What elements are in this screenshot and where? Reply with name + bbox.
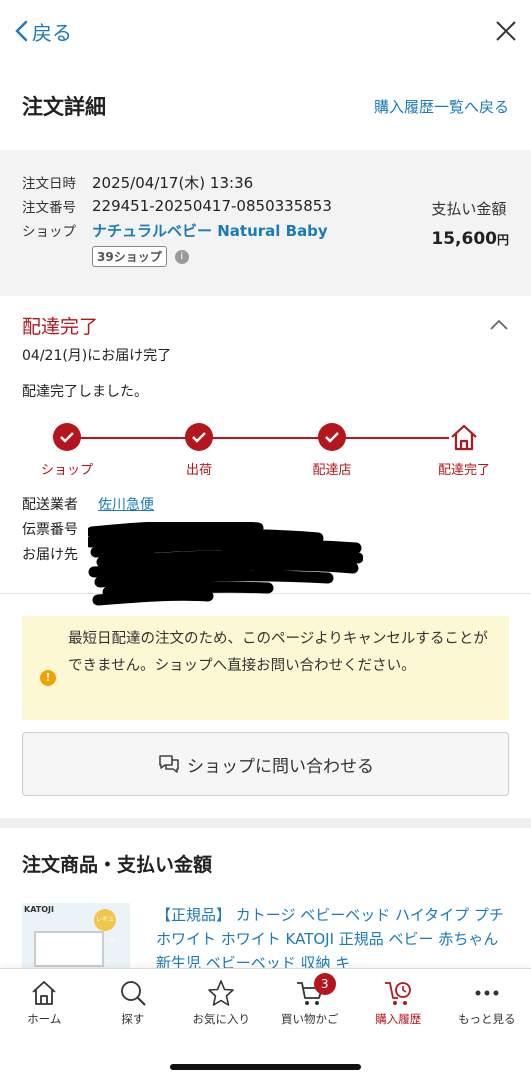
step-label: ショップ <box>40 463 93 478</box>
payment-unit: 円 <box>496 233 509 247</box>
tab-label: 購入履歴 <box>375 1012 422 1026</box>
delivery-status: 配達完了 <box>22 316 99 338</box>
notice-text: 最短日配達の注文のため、このページよりキャンセルすることができません。ショップへ… <box>68 631 488 674</box>
back-label: 戻る <box>32 20 72 45</box>
check-icon <box>53 423 81 451</box>
tab-purchase-history[interactable]: 購入履歴 <box>354 969 443 1041</box>
cart-count-badge: 3 <box>313 973 336 995</box>
carrier-row: 配送業者 佐川急便 <box>22 491 509 516</box>
slip-label: 伝票番号 <box>22 521 78 538</box>
tab-label: 探す <box>121 1012 145 1026</box>
bottom-tab-bar: ホーム 探す お気に入り 3 買い物かご 購入履歴 もっと見る <box>0 968 531 1080</box>
tracker-line <box>66 437 464 439</box>
order-number-value: 229451-20250417-0850335853 <box>92 197 332 215</box>
section-divider <box>0 818 531 828</box>
thumb-brand: KATOJI <box>24 905 54 914</box>
tab-cart[interactable]: 3 買い物かご <box>266 969 355 1041</box>
close-icon <box>496 21 516 41</box>
carrier-label: 配送業者 <box>22 496 78 513</box>
page-title: 注文詳細 <box>22 95 106 119</box>
delivery-date: 04/21(月)にお届け完了 <box>22 348 172 364</box>
chevron-up-icon <box>490 319 508 330</box>
step-label: 配達店 <box>312 463 352 478</box>
close-button[interactable] <box>495 20 517 42</box>
history-link[interactable]: 購入履歴一覧へ戻る <box>374 96 509 117</box>
shop-badges: 39ショップ i <box>92 246 509 267</box>
payment-amount: 15,600円 <box>431 229 509 249</box>
product-item[interactable]: KATOJI レギュラー サイズ 【正規品】 カトージ ベビーベッド ハイタイプ… <box>22 903 509 973</box>
info-icon[interactable]: i <box>174 249 189 264</box>
shop-label: ショップ <box>22 224 76 240</box>
star-icon <box>208 980 235 1006</box>
tab-label: お気に入り <box>192 1012 251 1026</box>
home-indicator <box>170 1064 361 1070</box>
home-icon <box>32 981 56 1005</box>
payment-value: 15,600 <box>431 229 497 249</box>
step-shop: ショップ <box>22 423 112 478</box>
more-icon <box>475 990 499 996</box>
shop-link[interactable]: ナチュラルベビー Natural Baby <box>92 220 328 241</box>
order-date-label: 注文日時 <box>22 176 76 192</box>
tab-home[interactable]: ホーム <box>0 969 89 1041</box>
back-button[interactable]: 戻る <box>14 17 72 46</box>
delivery-section: 配達完了 04/21(月)にお届け完了 配達完了しました。 ショップ 出荷 配達… <box>0 296 531 606</box>
home-icon <box>449 423 479 451</box>
address-label: お届け先 <box>22 546 78 563</box>
step-label: 配達完了 <box>437 463 490 478</box>
thumb-tag: レギュラー サイズ <box>94 909 116 967</box>
page-header: 注文詳細 購入履歴一覧へ戻る <box>0 62 531 150</box>
order-number-label: 注文番号 <box>22 200 76 216</box>
delivery-message: 配達完了しました。 <box>22 384 148 400</box>
products-heading: 注文商品・支払い金額 <box>22 854 213 876</box>
check-icon <box>185 423 213 451</box>
product-thumbnail[interactable]: KATOJI レギュラー サイズ <box>22 903 130 973</box>
shop-badge: 39ショップ <box>92 246 167 267</box>
search-icon <box>120 981 146 1006</box>
carrier-link[interactable]: 佐川急便 <box>98 494 154 514</box>
payment-label: 支払い金額 <box>431 200 507 218</box>
order-summary: 注文日時 2025/04/17(木) 13:36 注文番号 229451-202… <box>0 150 531 296</box>
step-label: 出荷 <box>185 463 212 478</box>
chat-icon <box>159 755 179 773</box>
order-date-row: 注文日時 2025/04/17(木) 13:36 <box>22 170 509 194</box>
payment-summary: 支払い金額 15,600円 <box>431 198 509 249</box>
contact-label: ショップに問い合わせる <box>187 756 374 777</box>
contact-shop-button[interactable]: ショップに問い合わせる <box>22 732 509 796</box>
delivery-tracker: ショップ 出荷 配達店 配達完了 <box>22 423 509 483</box>
step-depot: 配達店 <box>287 423 377 478</box>
tab-label: もっと見る <box>458 1012 516 1026</box>
history-icon <box>385 982 412 1005</box>
top-nav: 戻る <box>0 0 531 62</box>
collapse-button[interactable] <box>489 316 509 335</box>
tab-label: 買い物かご <box>281 1012 339 1026</box>
check-icon <box>318 423 346 451</box>
order-date-value: 2025/04/17(木) 13:36 <box>92 173 254 192</box>
step-delivered: 配達完了 <box>419 423 509 478</box>
tab-label: ホーム <box>27 1012 62 1026</box>
chevron-left-icon <box>15 20 28 42</box>
tab-search[interactable]: 探す <box>89 969 178 1041</box>
cancel-notice: ! 最短日配達の注文のため、このページよりキャンセルすることができません。ショッ… <box>22 616 509 720</box>
redaction-scribble <box>88 522 363 606</box>
tab-favorites[interactable]: お気に入り <box>177 969 266 1041</box>
step-shipped: 出荷 <box>154 423 244 478</box>
product-title-link[interactable]: 【正規品】 カトージ ベビーベッド ハイタイプ プチホワイト ホワイト KATO… <box>156 903 509 973</box>
warning-icon: ! <box>40 670 56 686</box>
tab-more[interactable]: もっと見る <box>443 969 531 1041</box>
products-section: 注文商品・支払い金額 KATOJI レギュラー サイズ 【正規品】 カトージ ベ… <box>0 850 531 973</box>
crib-image <box>34 931 104 967</box>
